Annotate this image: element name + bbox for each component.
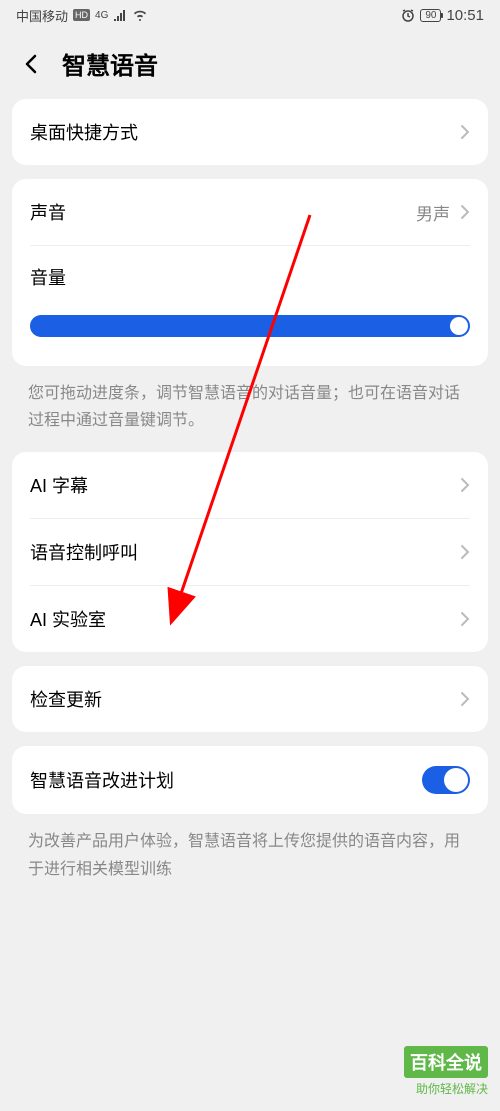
slider-thumb[interactable] <box>450 317 468 335</box>
watermark-sub: 助你轻松解决 <box>404 1080 488 1097</box>
watermark: 百科全说 助你轻松解决 <box>404 1046 488 1097</box>
carrier-label: 中国移动 <box>16 6 68 25</box>
chevron-right-icon <box>460 544 470 560</box>
network-label: 4G <box>95 10 108 21</box>
voice-call-label: 语音控制呼叫 <box>30 539 138 565</box>
chevron-right-icon <box>460 611 470 627</box>
row-sound[interactable]: 声音 男声 <box>12 179 488 245</box>
page-header: 智慧语音 <box>0 30 500 99</box>
sound-label: 声音 <box>30 199 66 225</box>
row-volume: 音量 <box>12 246 488 366</box>
chevron-right-icon <box>460 124 470 140</box>
volume-label: 音量 <box>30 268 66 288</box>
row-ai-subtitle[interactable]: AI 字幕 <box>12 452 488 518</box>
card-shortcut: 桌面快捷方式 <box>12 99 488 165</box>
chevron-right-icon <box>460 477 470 493</box>
chevron-right-icon <box>460 691 470 707</box>
card-ai-features: AI 字幕 语音控制呼叫 AI 实验室 <box>12 452 488 652</box>
status-right: 90 10:51 <box>401 7 484 24</box>
toggle-thumb <box>444 768 468 792</box>
row-improvement-plan: 智慧语音改进计划 <box>12 746 488 814</box>
row-desktop-shortcut[interactable]: 桌面快捷方式 <box>12 99 488 165</box>
status-bar: 中国移动 HD 4G 90 10:51 <box>0 0 500 30</box>
volume-slider[interactable] <box>30 314 470 338</box>
battery-icon: 90 <box>420 9 441 22</box>
sound-value: 男声 <box>416 200 450 225</box>
row-ai-lab[interactable]: AI 实验室 <box>12 586 488 652</box>
row-voice-control-call[interactable]: 语音控制呼叫 <box>12 519 488 585</box>
row-check-update[interactable]: 检查更新 <box>12 666 488 732</box>
improvement-toggle[interactable] <box>422 766 470 794</box>
check-update-label: 检查更新 <box>30 686 102 712</box>
volume-description: 您可拖动进度条，调节智慧语音的对话音量；也可在语音对话过程中通过音量键调节。 <box>0 380 500 452</box>
watermark-main: 百科全说 <box>404 1046 488 1078</box>
ai-subtitle-label: AI 字幕 <box>30 472 88 498</box>
card-update: 检查更新 <box>12 666 488 732</box>
hd-badge-icon: HD <box>73 9 90 21</box>
page-title: 智慧语音 <box>62 46 158 81</box>
wifi-icon <box>132 9 148 21</box>
signal-icon <box>113 9 127 21</box>
chevron-right-icon <box>460 204 470 220</box>
status-left: 中国移动 HD 4G <box>16 6 148 25</box>
improvement-label: 智慧语音改进计划 <box>30 767 174 793</box>
ai-lab-label: AI 实验室 <box>30 606 106 632</box>
shortcut-label: 桌面快捷方式 <box>30 119 138 145</box>
card-sound: 声音 男声 音量 <box>12 179 488 366</box>
back-button[interactable] <box>20 52 44 76</box>
improvement-description: 为改善产品用户体验，智慧语音将上传您提供的语音内容，用于进行相关模型训练 <box>0 828 500 882</box>
card-improvement: 智慧语音改进计划 <box>12 746 488 814</box>
slider-track <box>30 315 470 337</box>
time-label: 10:51 <box>446 7 484 24</box>
alarm-icon <box>401 8 415 22</box>
